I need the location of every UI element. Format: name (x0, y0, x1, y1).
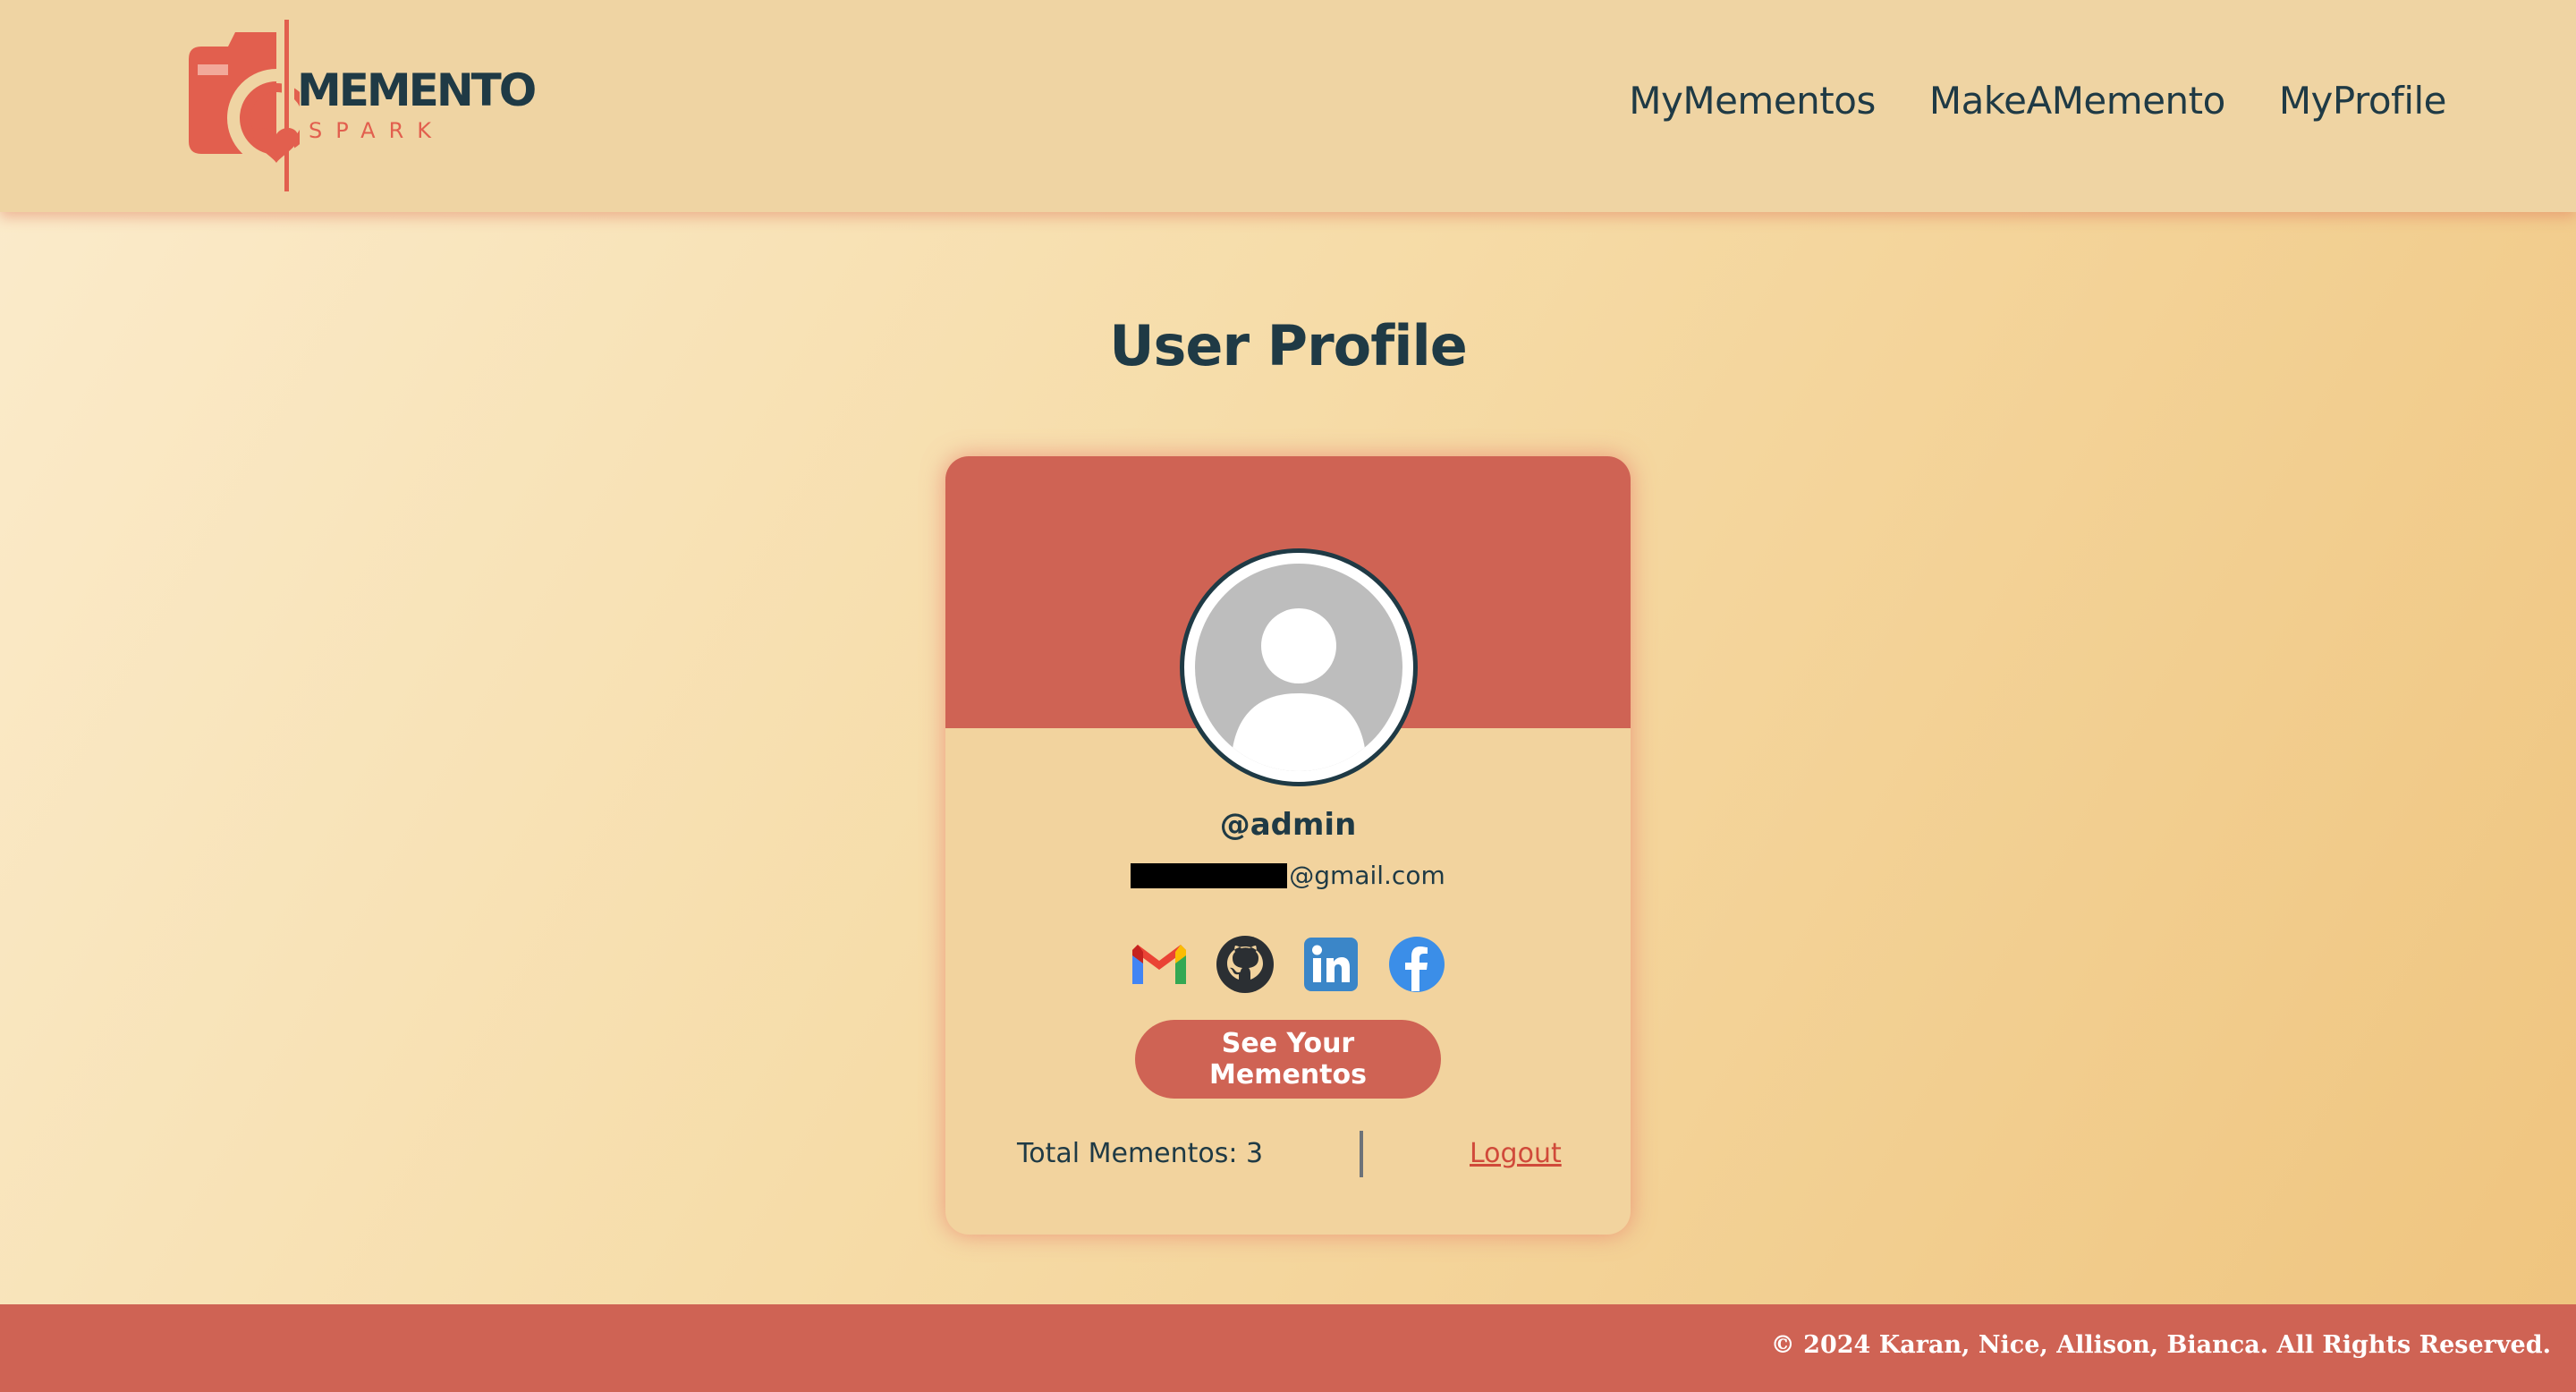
user-silhouette-icon (1231, 608, 1367, 771)
site-header: MEMENTO SPARK MyMementos MakeAMemento My… (0, 0, 2576, 212)
camera-logo-icon (189, 20, 300, 194)
email-suffix: @gmail.com (1289, 861, 1445, 890)
logout-link[interactable]: Logout (1470, 1138, 1562, 1169)
nav-make-a-memento[interactable]: MakeAMemento (1929, 79, 2225, 123)
site-footer: © 2024 Karan, Nice, Allison, Bianca. All… (0, 1304, 2576, 1392)
copyright-text: © 2024 Karan, Nice, Allison, Bianca. All… (1770, 1331, 2551, 1359)
see-your-mementos-button[interactable]: See Your Mementos (1135, 1020, 1441, 1099)
nav-my-profile[interactable]: MyProfile (2279, 79, 2447, 123)
profile-card: @admin @gmail.com See Your Mementos Tota… (945, 456, 1631, 1235)
social-links (945, 934, 1631, 995)
avatar (1180, 548, 1418, 786)
facebook-icon[interactable] (1386, 934, 1447, 995)
main-nav: MyMementos MakeAMemento MyProfile (1629, 79, 2446, 123)
email-redaction (1131, 862, 1288, 888)
brand-logo[interactable]: MEMENTO SPARK (183, 20, 537, 194)
footer-divider (1360, 1131, 1363, 1177)
logo-word-memento: MEMENTO (297, 64, 537, 116)
total-mementos-count: Total Mementos: 3 (1017, 1138, 1264, 1169)
page-title: User Profile (1109, 313, 1468, 378)
github-icon[interactable] (1215, 934, 1275, 995)
profile-username: @admin (1219, 807, 1357, 843)
gmail-icon[interactable] (1129, 934, 1190, 995)
nav-my-mementos[interactable]: MyMementos (1629, 79, 1876, 123)
profile-email: @gmail.com (945, 861, 1631, 890)
logo-word-spark: SPARK (309, 118, 445, 143)
avatar-placeholder (1195, 564, 1402, 771)
linkedin-icon[interactable] (1301, 934, 1361, 995)
